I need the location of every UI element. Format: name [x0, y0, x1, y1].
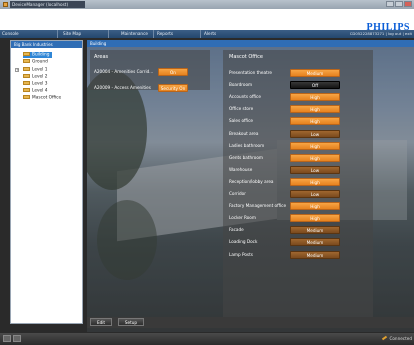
- area-label: A20009 - Access Amenities: [94, 85, 151, 90]
- app-icon: [3, 2, 8, 7]
- office-row-label: Factory Management office: [229, 203, 287, 209]
- back-icon[interactable]: [3, 335, 11, 342]
- office-row-label: Office store: [229, 106, 254, 112]
- office-title: Mascot Office: [229, 54, 263, 60]
- area-label: A20004 - Amenities Corrid...: [94, 69, 154, 74]
- office-row-state-button[interactable]: Low: [290, 129, 340, 138]
- office-row-state-button[interactable]: High: [290, 153, 340, 162]
- folder-icon: [23, 88, 30, 92]
- office-row-state-button[interactable]: High: [290, 117, 340, 126]
- tree-header: Big Bank Industries: [11, 41, 82, 48]
- status-bar: Connected: [0, 333, 414, 345]
- tab-alerts[interactable]: Alerts: [200, 30, 216, 38]
- view-header: Building: [87, 40, 414, 47]
- office-row-label: Corridor: [229, 191, 246, 196]
- office-row-label: Facade: [229, 227, 244, 233]
- office-row-state-button[interactable]: High: [290, 141, 340, 150]
- office-row-state-button[interactable]: High: [290, 105, 340, 114]
- office-row-label: Ladies bathroom: [229, 142, 265, 148]
- tree-item-level-3[interactable]: Level 3: [23, 81, 47, 87]
- office-row-label: Presentation theatre: [229, 70, 272, 75]
- folder-icon: [23, 95, 30, 99]
- tree-item-building[interactable]: Building: [23, 52, 53, 58]
- office-row-label: Locker Room: [229, 215, 256, 221]
- office-row-state-button[interactable]: High: [290, 177, 340, 186]
- office-row-state-button[interactable]: Low: [290, 165, 340, 174]
- building-view: Building Areas A20004 - Amenities Corrid…: [87, 40, 414, 332]
- folder-icon: [23, 81, 30, 85]
- tab-console[interactable]: Console: [2, 30, 19, 38]
- tree-item-mascot-office[interactable]: Mascot Office: [23, 95, 61, 101]
- user-info[interactable]: CD052228873271 | log out | exit: [350, 31, 412, 37]
- office-row-state-button[interactable]: High: [290, 214, 340, 223]
- office-row-state-button[interactable]: Low: [290, 190, 340, 198]
- office-row-label: Warehouse: [229, 166, 253, 172]
- office-row-state-button[interactable]: High: [290, 93, 340, 102]
- connection-status: Connected: [382, 335, 412, 341]
- office-row-state-button[interactable]: High: [290, 202, 340, 211]
- home-icon[interactable]: [13, 335, 21, 342]
- office-row-label: Lamp Posts: [229, 251, 253, 257]
- tree-item-ground[interactable]: Ground: [23, 59, 48, 65]
- window-titlebar: DeviceManager (localhost): [0, 0, 414, 9]
- main-tabs: Console Site Map Maintenance Reports Ale…: [0, 30, 414, 38]
- tree-item-level-1[interactable]: Level 1: [23, 67, 47, 73]
- office-row-state-button[interactable]: Medium: [290, 226, 340, 235]
- office-row-label: Reception/lobby area: [229, 178, 274, 184]
- edit-button[interactable]: Edit: [90, 318, 112, 326]
- office-row-label: Boardroom: [229, 82, 253, 88]
- office-row-label: Loading Dock: [229, 239, 258, 245]
- tree-item-level-2[interactable]: Level 2: [23, 74, 47, 80]
- folder-icon: [23, 74, 30, 78]
- tab-reports[interactable]: Reports: [153, 30, 173, 38]
- tree-item-level-4[interactable]: Level 4: [23, 88, 47, 94]
- office-row-state-button[interactable]: Medium: [290, 250, 340, 259]
- minimize-icon[interactable]: [386, 1, 394, 7]
- areas-title: Areas: [94, 54, 109, 60]
- area-state-button[interactable]: On: [158, 68, 188, 76]
- office-row-state-button[interactable]: Medium: [290, 238, 340, 247]
- office-row-label: Gents bathroom: [229, 154, 263, 160]
- office-row-state-button[interactable]: Off: [290, 81, 340, 90]
- office-row-state-button[interactable]: Medium: [290, 69, 340, 77]
- close-icon[interactable]: [404, 1, 412, 7]
- folder-icon: [23, 52, 30, 56]
- office-row-label: Breakout area: [229, 130, 259, 136]
- window-title: DeviceManager (localhost): [10, 1, 85, 8]
- folder-icon: [23, 67, 30, 71]
- tab-site-map[interactable]: Site Map: [57, 30, 81, 38]
- tab-maintenance[interactable]: Maintenance: [108, 30, 148, 38]
- connected-icon: [382, 335, 388, 341]
- office-row-label: Sales office: [229, 118, 253, 124]
- folder-icon: [23, 59, 30, 63]
- expand-icon[interactable]: +: [15, 68, 19, 72]
- app-header: PHILIPS: [0, 9, 414, 33]
- office-row-label: Accounts office: [229, 94, 261, 100]
- area-state-button[interactable]: Security On: [158, 84, 188, 92]
- setup-button[interactable]: Setup: [118, 318, 144, 326]
- site-tree-panel: Big Bank Industries Building Ground + Le…: [10, 40, 83, 324]
- maximize-icon[interactable]: [395, 1, 403, 7]
